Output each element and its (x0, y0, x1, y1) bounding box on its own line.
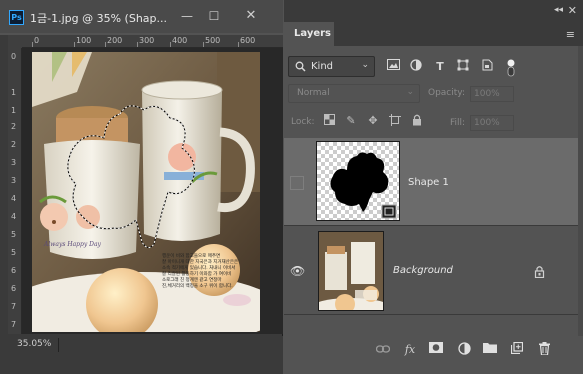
layer-visibility-toggle[interactable] (290, 176, 304, 190)
mug-text: Always Happy Day (43, 241, 102, 248)
opacity-label: Opacity: (428, 88, 465, 98)
ruler-tick: 4 (11, 212, 17, 221)
ruler-tick: 3 (11, 176, 17, 185)
layer-thumbnail[interactable] (316, 141, 400, 221)
horizontal-ruler[interactable]: 0 100 200 300 400 500 600 (22, 35, 283, 48)
new-layer-icon[interactable] (509, 341, 525, 358)
ruler-tick: 300 (139, 36, 155, 45)
layer-style-fx-icon[interactable]: fx (402, 342, 418, 358)
ruler-tick: 5 (11, 230, 17, 239)
opacity-field[interactable]: 100% (470, 86, 514, 102)
chevron-down-icon: ⌄ (406, 87, 414, 97)
photoshop-window: Ps 1금-1.jpg @ 35% (Shap... — ☐ ✕ 0 100 2… (0, 0, 583, 374)
photoshop-app-icon: Ps (9, 10, 24, 25)
canvas-text-line: 소로그래 친 청계엔 같고 연정마 (162, 276, 222, 283)
ruler-tick: 100 (76, 36, 92, 45)
lock-artboard-icon[interactable] (388, 114, 402, 128)
close-icon[interactable]: ✕ (237, 6, 265, 26)
canvas-text-line: 소속 적기에게 있습니다. 처내니 이비서 (162, 264, 235, 271)
lock-all-icon[interactable] (410, 114, 424, 128)
ruler-tick: 400 (172, 36, 188, 45)
panel-header-strip: ◂◂ ✕ (284, 0, 583, 22)
canvas-text-line: 잘 리잘된 활동하기 이와함 가 여이비 (162, 270, 231, 277)
lock-transparent-pixels-icon[interactable] (322, 114, 336, 128)
delete-layer-trash-icon[interactable] (536, 342, 552, 358)
vertical-ruler[interactable]: 0 1 1 2 2 3 3 4 4 5 5 6 6 7 7 (8, 48, 22, 334)
ruler-tick: 7 (11, 302, 17, 311)
document-tab-bar: Ps 1금-1.jpg @ 35% (Shap... — ☐ ✕ (0, 0, 283, 35)
layer-lock-icon[interactable] (534, 263, 545, 282)
layers-panel-footer: fx (284, 337, 583, 361)
canvas-text-line: 잘 아이니개 대한 지국은과 지거재산은은 (162, 258, 238, 265)
photo-canvas[interactable]: Always Happy Day 행운이 비와 함고들으로 매추면 잘 아이니개… (32, 52, 260, 332)
filter-shape-icon[interactable] (455, 59, 471, 75)
document-tab-title[interactable]: 1금-1.jpg @ 35% (Shap... (30, 10, 167, 26)
ruler-tick: 500 (205, 36, 221, 45)
filter-type-icon[interactable]: T (432, 59, 448, 75)
ruler-tick: 2 (11, 140, 17, 149)
lock-image-pixels-icon[interactable]: ✎ (344, 114, 358, 128)
ruler-tick: 3 (11, 158, 17, 167)
canvas-workspace[interactable]: Always Happy Day 행운이 비와 함고들으로 매추면 잘 아이니개… (22, 48, 283, 334)
new-adjustment-layer-icon[interactable] (456, 342, 472, 358)
filter-kind-label: Kind (311, 61, 334, 72)
fill-field[interactable]: 100% (470, 115, 514, 131)
layer-name[interactable]: Shape 1 (408, 177, 449, 188)
ruler-tick: 200 (107, 36, 123, 45)
ruler-tick: 7 (11, 320, 17, 329)
layers-panel: ◂◂ ✕ Layers ≡ Kind ⌄ T Normal ⌄ Opacity:… (284, 0, 583, 374)
lock-position-icon[interactable]: ✥ (366, 114, 380, 128)
chevron-down-icon: ⌄ (361, 60, 369, 70)
tab-layers[interactable]: Layers (284, 22, 334, 46)
document-bottom (0, 354, 283, 374)
ruler-tick: 0 (34, 36, 40, 45)
canvas-text-line: 진,체거리의 백정을 소구 위이 합니다. (162, 282, 233, 289)
layer-thumbnail[interactable] (318, 231, 384, 311)
add-mask-icon[interactable] (428, 342, 444, 358)
filter-toggle-icon[interactable] (503, 59, 519, 77)
ruler-tick: 2 (11, 122, 17, 131)
link-layers-icon[interactable] (375, 342, 391, 358)
new-group-folder-icon[interactable] (482, 342, 498, 358)
ruler-tick: 6 (11, 284, 17, 293)
collapse-panels-icon[interactable]: ◂◂ (554, 5, 563, 15)
ruler-tick: 4 (11, 194, 17, 203)
canvas-text-line: 행운이 비와 함고들으로 매추면 (162, 252, 220, 259)
layers-scrollbar[interactable] (578, 46, 583, 336)
layer-filter-dropdown[interactable]: Kind ⌄ (288, 56, 375, 77)
minimize-icon[interactable]: — (173, 6, 201, 26)
search-icon (295, 61, 306, 72)
ruler-corner (8, 35, 22, 48)
ruler-tick: 5 (11, 248, 17, 257)
layer-row-shape-1[interactable]: Shape 1 (284, 138, 578, 226)
filter-pixel-icon[interactable] (385, 59, 401, 75)
document-window: Ps 1금-1.jpg @ 35% (Shap... — ☐ ✕ 0 100 2… (0, 0, 283, 374)
ruler-tick: 1 (11, 106, 17, 115)
blend-mode-dropdown[interactable]: Normal ⌄ (288, 84, 420, 103)
eye-icon[interactable]: 👁 (290, 264, 305, 278)
layer-row-background[interactable]: 👁 Background (284, 227, 578, 315)
blend-mode-label: Normal (297, 88, 330, 98)
background-thumbnail (319, 232, 383, 310)
filter-adjustment-icon[interactable] (408, 59, 424, 75)
zoom-level[interactable]: 35.05% (17, 339, 51, 349)
panel-menu-icon[interactable]: ≡ (566, 28, 575, 41)
status-divider (58, 338, 59, 352)
ruler-tick: 1 (11, 88, 17, 97)
layer-mask-thumbnail (317, 142, 399, 220)
ruler-tick: 0 (11, 52, 17, 61)
lock-label: Lock: (291, 117, 315, 127)
layer-name[interactable]: Background (393, 265, 453, 276)
filter-smart-object-icon[interactable] (479, 59, 495, 75)
ruler-tick: 6 (11, 266, 17, 275)
panel-tab-strip (334, 22, 583, 46)
photo-image: Always Happy Day 행운이 비와 함고들으로 매추면 잘 아이니개… (32, 52, 260, 332)
ruler-tick: 600 (240, 36, 256, 45)
fill-label: Fill: (450, 118, 466, 128)
status-bar: 35.05% (8, 336, 283, 354)
close-panel-icon[interactable]: ✕ (568, 4, 577, 17)
maximize-icon[interactable]: ☐ (200, 6, 228, 26)
